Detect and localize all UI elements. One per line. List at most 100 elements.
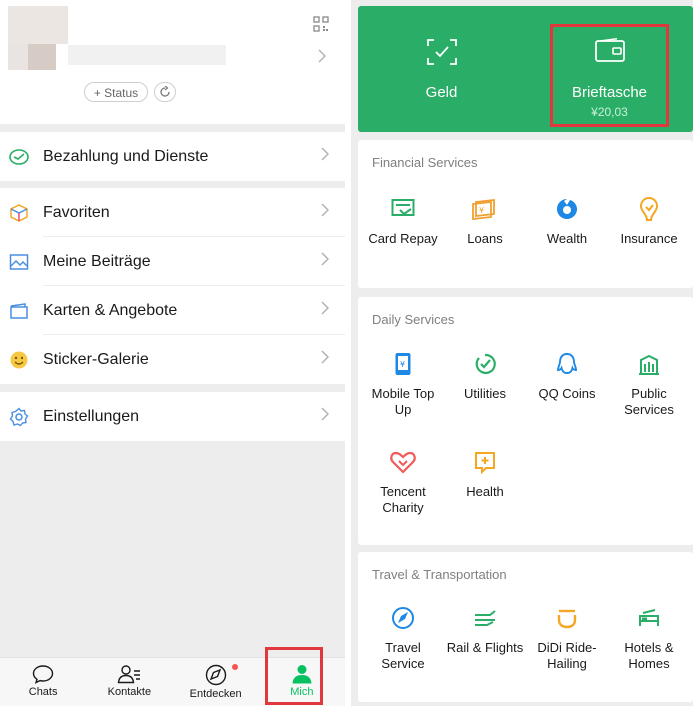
menu-group-pay: Bezahlung und Dienste (0, 132, 345, 181)
service-hotels[interactable]: Hotels & Homes (608, 605, 690, 672)
svg-text:¥: ¥ (479, 206, 484, 215)
chevron-right-icon (321, 407, 330, 426)
financial-services-panel: Financial Services Card Repay ¥ Loans We… (358, 140, 693, 288)
wealth-icon (557, 199, 577, 219)
tab-discover[interactable]: Entdecken (173, 658, 259, 706)
contacts-icon (118, 665, 141, 684)
menu-group-content: Favoriten Meine Beiträge Karten & Angebo… (0, 188, 345, 384)
menu-label: Karten & Angebote (43, 301, 178, 319)
me-page: + Status Bezahlung und Dienste Favoriten (0, 0, 345, 706)
building-icon (639, 354, 659, 375)
tab-label: Kontakte (107, 686, 152, 698)
service-public-services[interactable]: Public Services (608, 351, 690, 418)
cube-icon (9, 203, 29, 223)
menu-item-favorites[interactable]: Favoriten (0, 188, 345, 237)
service-didi[interactable]: DiDi Ride-Hailing (526, 605, 608, 672)
smiley-icon (9, 350, 29, 370)
service-rail-flights[interactable]: Rail & Flights (444, 605, 526, 656)
service-tencent-charity[interactable]: Tencent Charity (362, 449, 444, 516)
qr-code-icon[interactable] (313, 16, 329, 32)
service-label: QQ Coins (538, 386, 596, 401)
utilities-icon (475, 353, 496, 375)
service-health[interactable]: Health (444, 449, 526, 500)
service-loans[interactable]: ¥ Loans (444, 196, 526, 247)
tab-contacts[interactable]: Kontakte (86, 658, 172, 706)
chevron-right-icon (321, 147, 330, 166)
loans-icon: ¥ (472, 198, 495, 220)
menu-label: Favoriten (43, 203, 110, 221)
section-title: Travel & Transportation (372, 567, 507, 582)
menu-item-settings[interactable]: Einstellungen (0, 392, 345, 441)
gear-icon (9, 406, 29, 427)
travel-compass-icon (392, 607, 414, 629)
pay-icon (9, 147, 29, 167)
didi-icon (557, 609, 577, 629)
service-label: Mobile Top Up (371, 386, 435, 417)
menu-item-pay[interactable]: Bezahlung und Dienste (0, 132, 345, 181)
service-qq-coins[interactable]: QQ Coins (526, 351, 608, 402)
menu-label: Meine Beiträge (43, 252, 151, 270)
card-wallet-icon (9, 301, 29, 321)
chevron-right-icon (321, 350, 330, 369)
status-button[interactable]: + Status (84, 82, 148, 102)
scan-check-icon (426, 39, 457, 65)
travel-panel: Travel & Transportation Travel Service R… (358, 552, 693, 702)
menu-label: Einstellungen (43, 407, 140, 425)
health-icon (475, 452, 495, 474)
insurance-icon (639, 196, 659, 221)
profile-name-blurred (68, 45, 226, 65)
menu-item-stickers[interactable]: Sticker-Galerie (0, 335, 345, 384)
menu-item-cards[interactable]: Karten & Angebote (0, 286, 345, 335)
service-label: DiDi Ride-Hailing (537, 640, 597, 671)
tab-chats[interactable]: Chats (0, 658, 86, 706)
service-travel[interactable]: Travel Service (362, 605, 444, 672)
refresh-status-button[interactable] (154, 82, 176, 102)
service-label: Hotels & Homes (624, 640, 674, 671)
compass-icon (205, 664, 226, 686)
service-label: Public Services (624, 386, 674, 417)
service-insurance[interactable]: Insurance (608, 196, 690, 247)
hotel-bed-icon (639, 609, 659, 626)
menu-item-posts[interactable]: Meine Beiträge (0, 237, 345, 286)
service-label: Tencent Charity (380, 484, 426, 515)
svg-text:¥: ¥ (400, 360, 405, 369)
charity-heart-icon (390, 451, 416, 474)
service-card-repay[interactable]: Card Repay (362, 196, 444, 247)
menu-label: Sticker-Galerie (43, 350, 149, 368)
qq-penguin-icon (557, 353, 577, 374)
highlight-box-me-tab (265, 647, 323, 705)
tab-label: Entdecken (189, 688, 242, 700)
service-label: Wealth (546, 231, 588, 246)
avatar[interactable] (8, 6, 68, 70)
menu-label: Bezahlung und Dienste (43, 147, 209, 165)
menu-group-settings: Einstellungen (0, 392, 345, 441)
chat-bubble-icon (32, 665, 54, 684)
service-label: Card Repay (368, 231, 438, 246)
service-wealth[interactable]: Wealth (526, 196, 608, 247)
service-utilities[interactable]: Utilities (444, 351, 526, 402)
section-title: Daily Services (372, 312, 455, 327)
service-label: Health (466, 484, 504, 499)
daily-services-panel: Daily Services ¥ Mobile Top Up Utilities… (358, 297, 693, 545)
chevron-right-icon (321, 203, 330, 222)
refresh-icon (160, 86, 170, 97)
chevron-right-icon (321, 252, 330, 271)
image-icon (9, 252, 29, 272)
card-repay-icon (391, 199, 415, 216)
tab-label: Chats (28, 686, 58, 698)
money-button[interactable]: Geld (358, 6, 525, 132)
section-title: Financial Services (372, 155, 478, 170)
service-label: Utilities (464, 386, 506, 401)
train-plane-icon (475, 610, 496, 626)
chevron-right-icon (321, 301, 330, 320)
service-label: Loans (467, 231, 503, 246)
notification-dot (231, 664, 238, 670)
mobile-phone-icon: ¥ (395, 353, 411, 375)
service-mobile-top-up[interactable]: ¥ Mobile Top Up (362, 351, 444, 418)
chevron-right-icon[interactable] (318, 49, 327, 68)
profile-header[interactable]: + Status (0, 0, 345, 124)
service-label: Insurance (620, 231, 678, 246)
money-label: Geld (425, 84, 458, 101)
service-label: Travel Service (381, 640, 425, 671)
service-label: Rail & Flights (446, 640, 524, 655)
